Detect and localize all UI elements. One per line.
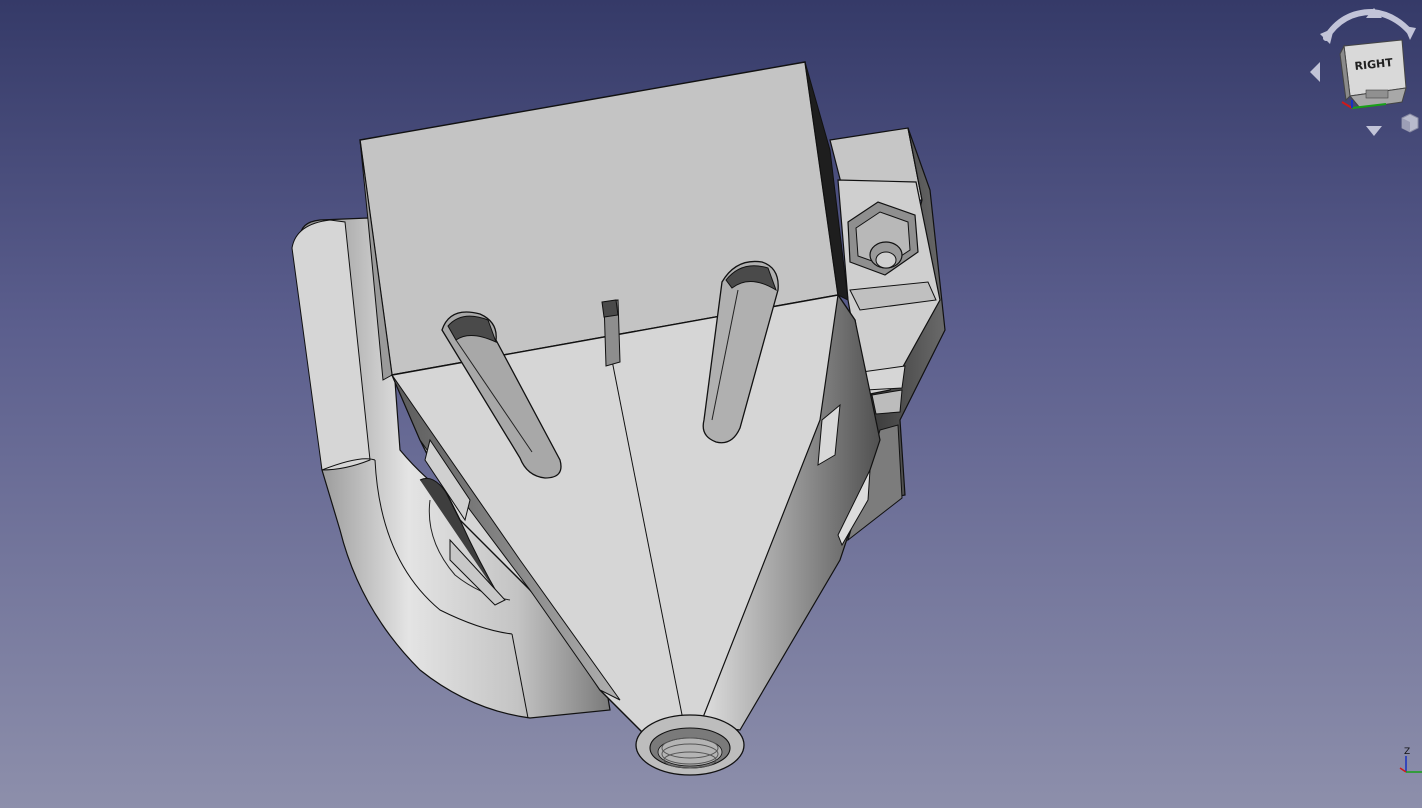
axis-x-line	[1399, 767, 1407, 773]
view-menu-cube-icon[interactable]	[1401, 113, 1419, 133]
arrow-down-icon[interactable]	[1366, 126, 1382, 136]
3d-viewport[interactable]: RIGHT Z	[0, 0, 1422, 808]
cube-face-right[interactable]: RIGHT	[1339, 39, 1407, 109]
navigation-cube[interactable]: RIGHT	[1306, 4, 1422, 140]
axis-z-label: Z	[1404, 747, 1410, 757]
3d-model[interactable]	[0, 0, 1422, 808]
nozzle-tip	[635, 714, 745, 776]
axis-cross: Z	[1399, 747, 1422, 773]
arrow-left-icon[interactable]	[1310, 62, 1320, 82]
